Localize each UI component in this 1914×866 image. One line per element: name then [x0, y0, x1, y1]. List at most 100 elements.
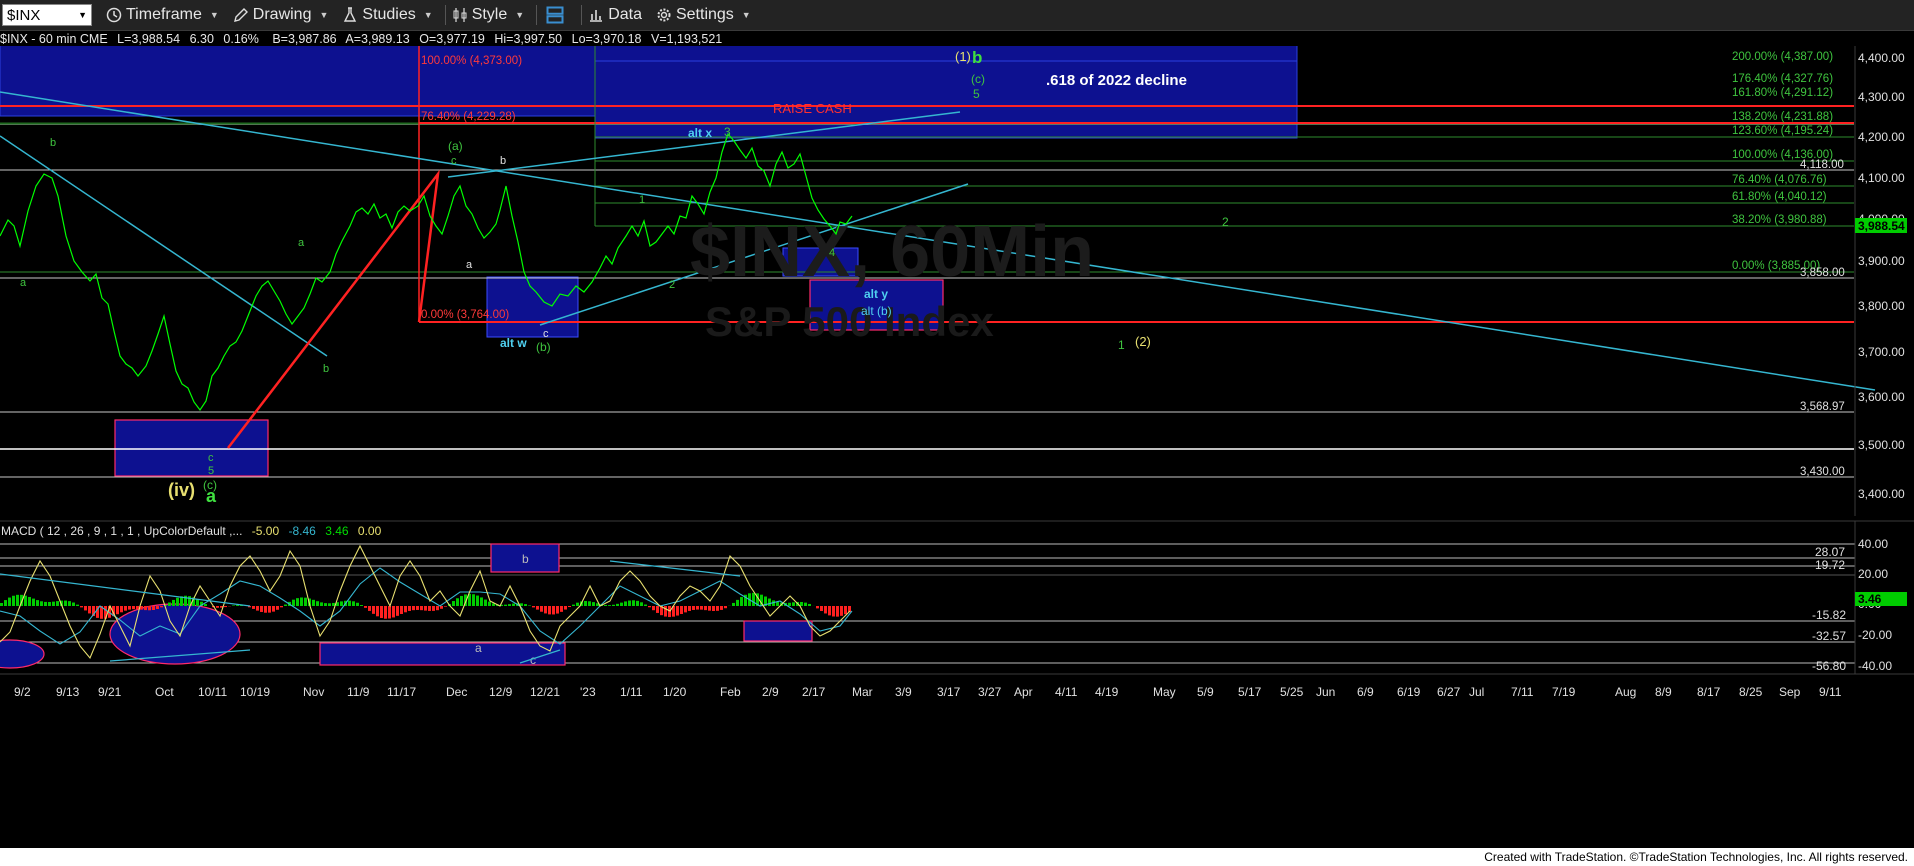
- fib-label-38: 38.20% (3,980.88): [1732, 214, 1827, 226]
- histogram-bar: [292, 599, 295, 606]
- wave-b-small: b: [500, 155, 506, 167]
- symbol-value: $INX: [7, 6, 41, 24]
- alt-b-label: alt (b): [861, 304, 892, 318]
- histogram-bar: [828, 606, 831, 616]
- chevron-down-icon: ▼: [741, 10, 751, 20]
- histogram-bar: [412, 606, 415, 611]
- histogram-bar: [88, 606, 91, 614]
- panels-button[interactable]: [545, 5, 569, 25]
- histogram-bar: [480, 597, 483, 606]
- date-tick-label: 1/11: [620, 685, 643, 699]
- macd-ellipse-left: [0, 639, 45, 669]
- decline-label: .618 of 2022 decline: [1046, 72, 1187, 89]
- histogram-bar: [544, 606, 547, 614]
- chevron-down-icon: ▼: [423, 10, 433, 20]
- histogram-bar: [736, 599, 739, 606]
- histogram-bar: [64, 600, 67, 606]
- histogram-bar: [404, 606, 407, 613]
- data-menu[interactable]: Data: [588, 6, 642, 24]
- histogram-bar: [44, 601, 47, 606]
- chart-area[interactable]: $INX, 60Min S&P 500 Index 200.00% (4,387…: [0, 46, 1914, 848]
- histogram-bar: [836, 606, 839, 617]
- footer: Created with TradeStation. ©TradeStation…: [0, 848, 1914, 866]
- macd-box-b-label: b: [522, 552, 529, 566]
- alt-y-label: alt y: [864, 287, 888, 301]
- macd-level-label: -32.57: [1812, 629, 1846, 643]
- price-tick: 3,400.00: [1858, 487, 1905, 501]
- date-tick-label: 10/11: [198, 685, 227, 699]
- histogram-bar: [664, 606, 667, 617]
- histogram-bar: [400, 606, 403, 615]
- date-tick-label: 4/19: [1095, 685, 1119, 699]
- timeframe-menu[interactable]: Timeframe ▼: [106, 6, 219, 24]
- histogram-bar: [460, 595, 463, 606]
- price-tick: 4,200.00: [1858, 130, 1905, 144]
- histogram-bar: [576, 602, 579, 606]
- toolbar-divider: [444, 5, 446, 25]
- histogram-bar: [528, 605, 531, 606]
- chevron-down-icon: ▼: [515, 10, 525, 20]
- style-menu[interactable]: Style ▼: [452, 6, 525, 24]
- fib-label-76: 76.40% (4,076.76): [1732, 174, 1827, 186]
- candlestick-icon: [453, 8, 467, 22]
- histogram-bar: [472, 594, 475, 606]
- date-ticks: 9/2 9/13 9/21 Oct 10/11 10/19 Nov 11/9 11/17 Dec 1…: [14, 685, 1842, 699]
- date-tick-label: 8/25: [1739, 685, 1763, 699]
- macd-box-a-label: a: [475, 641, 482, 655]
- histogram-bar: [316, 601, 319, 606]
- date-tick-label: Mar: [852, 685, 873, 699]
- price-tick: 3,800.00: [1858, 299, 1905, 313]
- histogram-bar: [524, 604, 527, 606]
- histogram-bar: [428, 606, 431, 611]
- bid-price: B=3,987.86: [272, 32, 337, 46]
- histogram-bar: [844, 606, 847, 615]
- toolbar-divider: [581, 5, 583, 25]
- alt-x-label: alt x: [688, 126, 712, 140]
- chevron-down-icon: ▼: [78, 10, 87, 20]
- histogram-bar: [444, 606, 447, 607]
- fib-label-123: 123.60% (4,195.24): [1732, 125, 1833, 137]
- macd-value-4: 0.00: [358, 524, 382, 538]
- red-fib-label-76: 76.40% (4,229.28): [421, 111, 516, 123]
- histogram-bar: [680, 606, 683, 615]
- macd-pane: MACD ( 12 , 26 , 9 , 1 , 1 , UpColorDefa…: [0, 520, 1914, 674]
- last-price: L=3,988.54: [117, 32, 181, 46]
- drawing-menu[interactable]: Drawing ▼: [233, 6, 329, 24]
- macd-tick: -40.00: [1858, 659, 1892, 673]
- wave-b-mid: b: [323, 363, 329, 375]
- price-tick: 4,300.00: [1858, 90, 1905, 104]
- level-label-4118: 4,118.00: [1800, 159, 1844, 171]
- histogram-bar: [160, 606, 163, 608]
- histogram-bar: [120, 606, 123, 613]
- macd-last-label: 3.46: [1858, 592, 1882, 606]
- histogram-bar: [256, 606, 259, 611]
- date-tick-label: 8/9: [1655, 685, 1672, 699]
- histogram-bar: [668, 606, 671, 618]
- level-label-3430: 3,430.00: [1800, 466, 1845, 478]
- histogram-bar: [320, 602, 323, 606]
- histogram-bar: [776, 601, 779, 606]
- histogram-bar: [396, 606, 399, 616]
- macd-line: [0, 544, 851, 660]
- histogram-bar: [204, 604, 207, 606]
- studies-menu[interactable]: Studies ▼: [342, 6, 433, 24]
- chevron-down-icon: ▼: [319, 10, 329, 20]
- histogram-bar: [364, 606, 367, 608]
- date-tick-label: 10/19: [240, 685, 270, 699]
- date-tick-label: 7/11: [1511, 685, 1534, 699]
- wave-5: 5: [973, 87, 980, 101]
- histogram-bar: [16, 594, 19, 606]
- histogram-bar: [52, 601, 55, 606]
- macd-tick: 40.00: [1858, 537, 1888, 551]
- histogram-bar: [76, 604, 79, 606]
- histogram-bar: [236, 605, 239, 606]
- chart-toolbar: $INX ▼ Timeframe ▼ Drawing ▼ Studies ▼ S…: [0, 0, 1914, 31]
- wave-b-major: b: [972, 48, 982, 67]
- settings-menu[interactable]: Settings ▼: [656, 6, 751, 24]
- symbol-input[interactable]: $INX ▼: [2, 4, 92, 26]
- histogram-bar: [552, 606, 555, 615]
- histogram-bar: [504, 604, 507, 606]
- histogram-bar: [840, 606, 843, 616]
- histogram-bar: [384, 606, 387, 619]
- histogram-bar: [296, 598, 299, 606]
